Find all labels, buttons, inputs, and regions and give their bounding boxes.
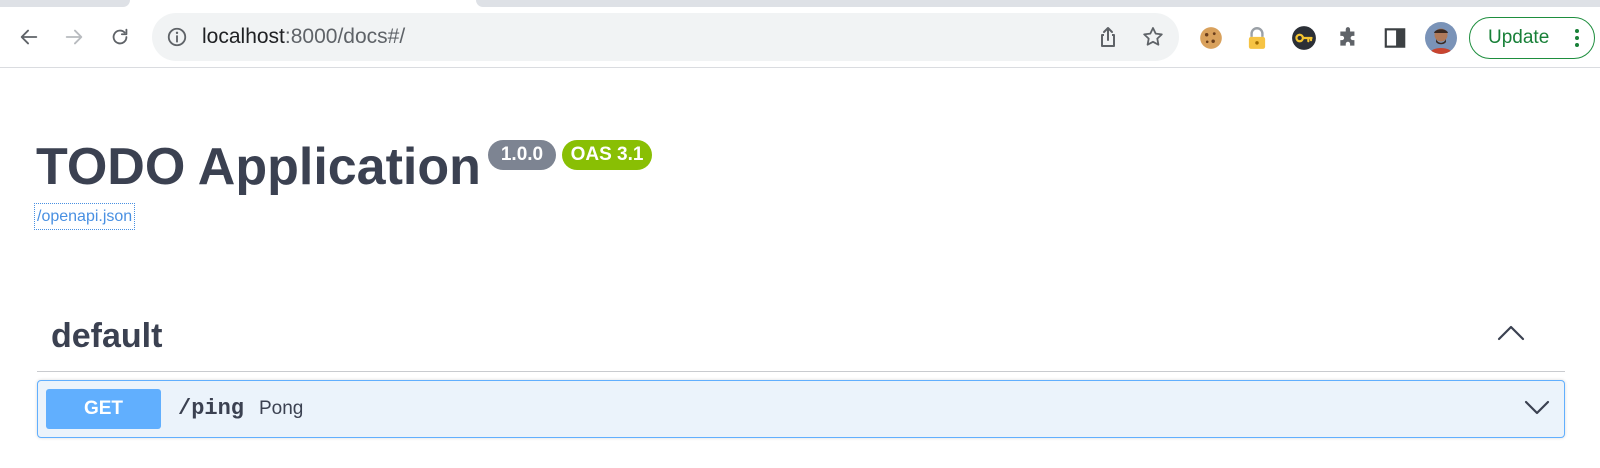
tab-inactive[interactable]	[0, 0, 130, 7]
key-extension-button[interactable]	[1290, 24, 1318, 52]
oas-badge: OAS 3.1	[562, 140, 652, 170]
tag-name: default	[51, 317, 163, 355]
extensions-button[interactable]	[1335, 24, 1363, 52]
lock-icon	[1248, 27, 1266, 49]
profile-avatar[interactable]	[1425, 22, 1457, 54]
method-badge: GET	[46, 389, 161, 429]
tag-header-default[interactable]: default	[37, 308, 1565, 372]
star-icon[interactable]	[1141, 25, 1165, 49]
page-title: TODO Application	[36, 138, 481, 196]
version-badge: 1.0.0	[488, 140, 556, 170]
chevron-up-icon[interactable]	[1497, 322, 1525, 342]
info-icon[interactable]	[166, 26, 188, 48]
back-button[interactable]	[12, 20, 46, 54]
reload-icon	[112, 28, 128, 45]
update-label: Update	[1488, 27, 1550, 48]
url-path: :8000/docs#/	[284, 25, 406, 48]
tab-strip-background	[476, 0, 1600, 7]
url-host: localhost	[202, 25, 285, 48]
operation-get-ping[interactable]: GET /ping Pong	[37, 380, 1565, 438]
address-bar[interactable]: localhost:8000/docs#/	[152, 13, 1179, 61]
share-icon[interactable]	[1096, 25, 1120, 49]
cookie-extension-button[interactable]	[1197, 24, 1225, 52]
operation-summary: Pong	[259, 398, 304, 419]
cookie-icon	[1200, 27, 1222, 49]
reload-button[interactable]	[103, 20, 137, 54]
arrow-right-icon	[65, 29, 83, 45]
puzzle-icon	[1340, 27, 1355, 46]
openapi-json-link[interactable]: /openapi.json	[34, 203, 136, 230]
lock-extension-button[interactable]	[1243, 24, 1271, 52]
arrow-left-icon	[20, 29, 38, 45]
side-panel-icon	[1384, 28, 1406, 48]
url-text[interactable]: localhost:8000/docs#/	[202, 26, 405, 48]
chevron-down-icon[interactable]	[1524, 399, 1550, 417]
forward-button[interactable]	[57, 20, 91, 54]
kebab-menu-icon[interactable]	[1574, 28, 1580, 48]
tab-strip	[0, 0, 1600, 8]
operation-path: /ping	[178, 396, 245, 421]
key-icon	[1292, 26, 1316, 50]
update-button[interactable]: Update	[1469, 17, 1595, 59]
browser-toolbar: localhost:8000/docs#/ Update	[0, 8, 1600, 68]
avatar-image	[1425, 22, 1457, 54]
side-panel-button[interactable]	[1381, 24, 1409, 52]
